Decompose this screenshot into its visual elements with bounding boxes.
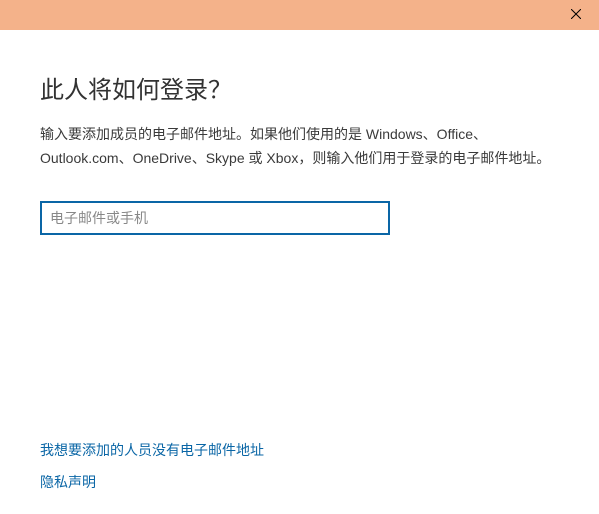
close-icon bbox=[571, 6, 581, 24]
email-or-phone-input[interactable] bbox=[40, 201, 390, 235]
bottom-links: 我想要添加的人员没有电子邮件地址 隐私声明 bbox=[40, 440, 264, 492]
no-email-link[interactable]: 我想要添加的人员没有电子邮件地址 bbox=[40, 440, 264, 460]
privacy-link[interactable]: 隐私声明 bbox=[40, 472, 264, 492]
description-text: 输入要添加成员的电子邮件地址。如果他们使用的是 Windows、Office、O… bbox=[40, 123, 559, 171]
page-title: 此人将如何登录？ bbox=[40, 70, 559, 105]
titlebar bbox=[0, 0, 599, 30]
close-button[interactable] bbox=[553, 0, 599, 30]
content-area: 此人将如何登录？ 输入要添加成员的电子邮件地址。如果他们使用的是 Windows… bbox=[0, 30, 599, 514]
